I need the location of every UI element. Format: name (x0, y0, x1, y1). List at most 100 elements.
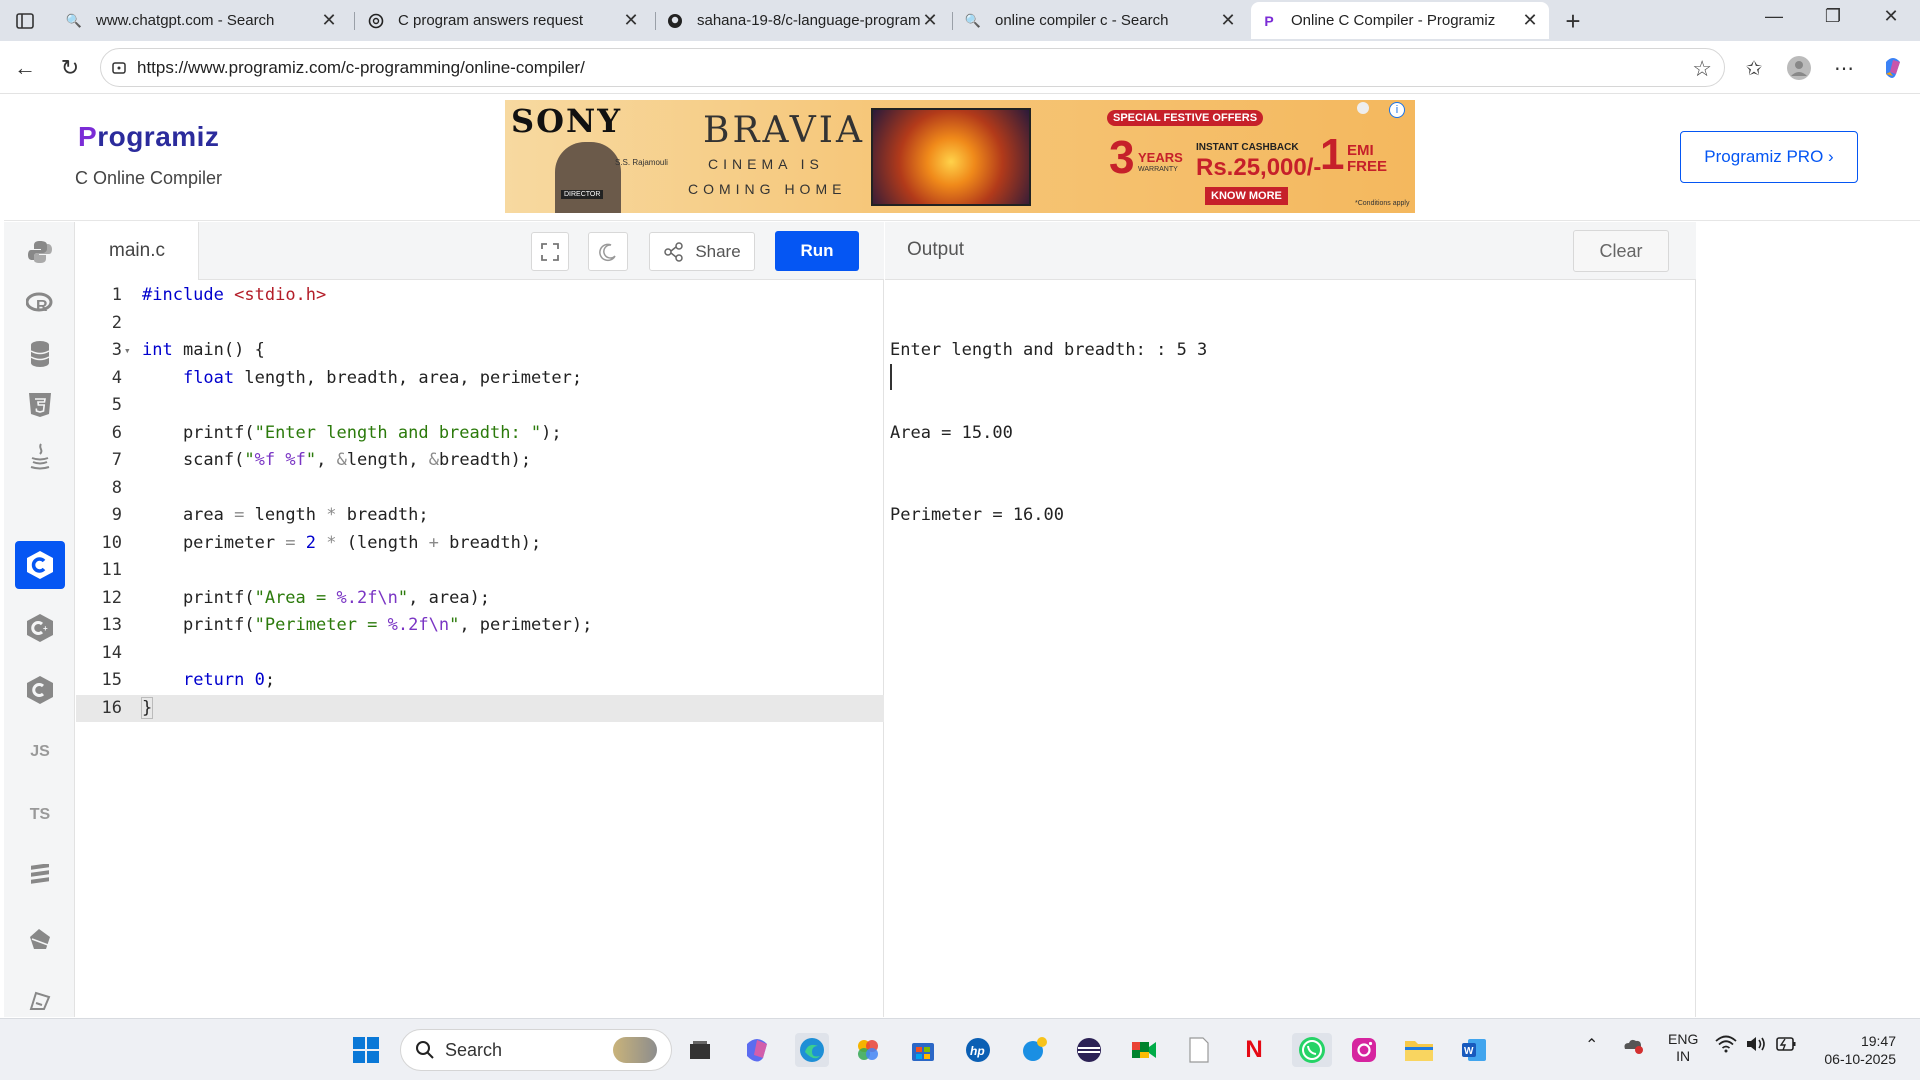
onedrive-status-icon[interactable] (1621, 1035, 1645, 1058)
code-line: 11 (76, 557, 884, 585)
internet-explorer-icon[interactable] (1017, 1033, 1051, 1067)
ts-label: TS (29, 806, 51, 823)
r-icon[interactable]: R (15, 279, 65, 327)
tab-programiz-compiler[interactable]: P Online C Compiler - Programiz ✕ (1251, 2, 1549, 39)
close-icon[interactable]: ✕ (1521, 10, 1539, 31)
go-icon[interactable] (15, 915, 65, 963)
programiz-pro-button[interactable]: Programiz PRO › (1680, 131, 1858, 183)
cpp-icon[interactable]: + (15, 604, 65, 652)
minimize-icon[interactable]: — (1754, 6, 1794, 27)
right-blank-area (1697, 222, 1920, 1017)
url-field[interactable]: https://www.programiz.com/c-programming/… (100, 48, 1725, 87)
taskbar-search[interactable]: Search (400, 1029, 672, 1071)
swift-icon[interactable] (15, 852, 65, 900)
sony-bravia-ad[interactable]: SONY S.S. Rajamouli DIRECTOR BRAVIA CINE… (505, 100, 1415, 213)
ts-icon[interactable]: TS (15, 791, 65, 839)
clear-button[interactable]: Clear (1573, 230, 1669, 272)
windows-start-icon[interactable] (349, 1033, 383, 1067)
ad-product: BRAVIA (703, 110, 865, 151)
tab-actions-icon[interactable] (10, 8, 40, 34)
github-icon (667, 13, 683, 29)
svg-text:W: W (1464, 1046, 1474, 1057)
profile-avatar-icon[interactable] (1784, 53, 1814, 83)
google-meet-icon[interactable] (1127, 1033, 1161, 1067)
system-clock[interactable]: 19:47 06-10-2025 (1816, 1032, 1896, 1068)
js-label: JS (30, 743, 50, 760)
language-indicator[interactable]: ENG IN (1668, 1031, 1698, 1065)
close-icon[interactable]: ✕ (622, 10, 640, 31)
java-icon[interactable] (15, 432, 65, 480)
fold-arrow-icon[interactable]: ▾ (124, 337, 131, 365)
blank-file-icon[interactable] (1182, 1033, 1216, 1067)
close-icon[interactable]: ✕ (921, 10, 939, 31)
ad-choices-icon[interactable] (1357, 102, 1369, 114)
volume-icon[interactable] (1745, 1035, 1767, 1056)
microsoft-store-icon[interactable] (906, 1033, 940, 1067)
code-area[interactable]: 1 #include <stdio.h> 2 3 ▾ int main() { 4 f… (76, 282, 884, 722)
new-tab-icon[interactable]: + (1558, 6, 1588, 37)
tab-online-compiler-search[interactable]: 🔍 online compiler c - Search ✕ (955, 2, 1247, 39)
netflix-icon[interactable]: N (1237, 1033, 1271, 1067)
tab-title: Online C Compiler - Programiz (1291, 12, 1496, 29)
back-icon[interactable]: ← (10, 53, 40, 83)
whatsapp-icon[interactable] (1292, 1033, 1332, 1067)
code-line: 8 (76, 475, 884, 503)
tab-title: www.chatgpt.com - Search (96, 12, 275, 29)
restore-icon[interactable]: ❐ (1813, 6, 1853, 27)
refresh-icon[interactable]: ↻ (55, 53, 85, 83)
svg-text:+: + (43, 624, 48, 633)
hp-icon[interactable]: hp (961, 1033, 995, 1067)
close-icon[interactable]: ✕ (1219, 10, 1237, 31)
site-info-icon[interactable] (101, 60, 137, 76)
word-icon[interactable]: W (1457, 1033, 1491, 1067)
line-number: 1 (111, 285, 122, 305)
programiz-logo[interactable]: Programiz (78, 121, 219, 153)
line-number: 15 (101, 670, 122, 690)
sql-icon[interactable] (15, 330, 65, 378)
tab-separator (952, 12, 953, 30)
close-icon[interactable]: ✕ (320, 10, 338, 31)
file-tab-main-c[interactable]: main.c (76, 222, 199, 280)
tab-c-program-answers[interactable]: C program answers request ✕ (358, 2, 650, 39)
url-text: https://www.programiz.com/c-programming/… (137, 57, 585, 77)
battery-icon[interactable] (1775, 1035, 1797, 1056)
c-icon[interactable] (15, 541, 65, 589)
favorites-icon[interactable]: ✩ (1739, 53, 1769, 83)
photos-icon[interactable] (851, 1033, 885, 1067)
favorite-star-icon[interactable]: ☆ (1692, 56, 1712, 82)
csharp-icon[interactable] (15, 666, 65, 714)
clock-date: 06-10-2025 (1824, 1051, 1896, 1067)
edge-browser-icon[interactable] (795, 1033, 829, 1067)
tab-chatgpt-search[interactable]: 🔍 www.chatgpt.com - Search ✕ (56, 2, 348, 39)
python-icon[interactable] (15, 228, 65, 276)
code-line: 12 printf("Area = %.2f\n", area); (76, 585, 884, 613)
code-line: 10 perimeter = 2 * (length + breadth); (76, 530, 884, 558)
show-hidden-icons-icon[interactable]: ⌃ (1585, 1035, 1598, 1055)
html5-icon[interactable] (15, 381, 65, 429)
window-close-icon[interactable]: ✕ (1871, 6, 1911, 27)
copilot-app-icon[interactable] (740, 1033, 774, 1067)
page-subtitle: C Online Compiler (75, 168, 223, 188)
instagram-icon[interactable] (1347, 1033, 1381, 1067)
line-number: 2 (111, 312, 122, 333)
more-menu-icon[interactable]: ⋯ (1829, 53, 1859, 83)
js-icon[interactable]: JS (15, 728, 65, 776)
line-number: 3 (111, 340, 122, 360)
code-text: } (140, 696, 154, 719)
output-console[interactable]: Enter length and breadth: : 5 3 Area = 1… (890, 282, 1207, 585)
fullscreen-icon[interactable] (531, 232, 569, 271)
line-number: 10 (101, 532, 122, 553)
copilot-icon[interactable] (1878, 53, 1908, 83)
task-view-icon[interactable] (683, 1033, 717, 1067)
ad-know-more-button[interactable]: KNOW MORE (1205, 187, 1288, 205)
tab-title: sahana-19-8/c-language-program (697, 12, 921, 29)
run-button[interactable]: Run (775, 231, 859, 271)
wifi-icon[interactable] (1715, 1035, 1737, 1056)
eclipse-icon[interactable] (1072, 1033, 1106, 1067)
logo-text: rogramiz (97, 121, 220, 152)
ad-info-icon[interactable]: i (1389, 102, 1405, 118)
file-explorer-icon[interactable] (1402, 1033, 1436, 1067)
tab-github-repo[interactable]: sahana-19-8/c-language-program ✕ (657, 2, 949, 39)
share-button[interactable]: Share (649, 232, 755, 271)
dark-mode-moon-icon[interactable] (588, 232, 628, 271)
